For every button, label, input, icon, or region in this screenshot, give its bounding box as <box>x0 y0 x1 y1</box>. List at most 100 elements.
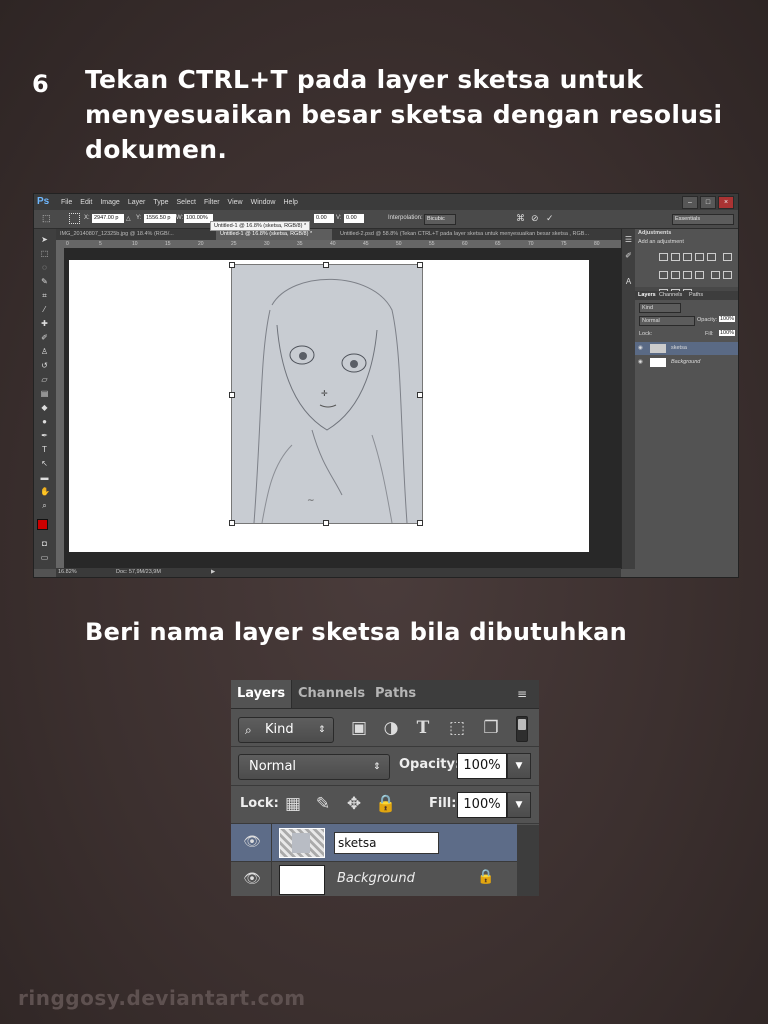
crop-tool-icon[interactable]: ⌗ <box>40 291 49 300</box>
tab-paths[interactable]: Paths <box>369 680 422 708</box>
fill-input[interactable]: 100% <box>457 792 507 818</box>
posterize-icon[interactable] <box>722 271 732 279</box>
layer-row-sketsa[interactable]: 👁 sketsa <box>231 824 517 862</box>
pixel-filter-icon[interactable]: ▣ <box>349 718 369 738</box>
marquee-tool-icon[interactable]: ⬚ <box>40 249 49 258</box>
mini-eye-icon[interactable]: ◉ <box>638 359 643 365</box>
brightness-icon[interactable] <box>658 253 668 261</box>
blur-tool-icon[interactable]: ◆ <box>40 403 49 412</box>
layer-name-input-sketsa[interactable]: sketsa <box>334 832 439 854</box>
menu-help[interactable]: Help <box>284 199 298 206</box>
vibrance-icon[interactable] <box>706 253 716 261</box>
shape-filter-icon[interactable]: ⬚ <box>447 718 467 738</box>
menu-filter[interactable]: Filter <box>204 199 220 206</box>
blend-mode-select[interactable]: Normal ⇕ <box>238 754 390 780</box>
transform-handle-bl[interactable] <box>229 520 235 526</box>
shape-tool-icon[interactable]: ▬ <box>40 473 49 482</box>
mini-fill-input[interactable]: 100% <box>719 330 736 336</box>
transform-tool-icon[interactable]: ⬚ <box>42 213 51 224</box>
opacity-dropdown-arrow[interactable]: ▼ <box>507 753 531 779</box>
type-filter-icon[interactable]: T <box>413 718 433 738</box>
smart-object-filter-icon[interactable]: ❐ <box>481 718 501 738</box>
levels-icon[interactable] <box>670 253 680 261</box>
commit-transform-icon[interactable]: ✓ <box>546 213 554 224</box>
photo-filter-icon[interactable] <box>682 271 692 279</box>
mini-tab-paths[interactable]: Paths <box>689 292 703 298</box>
mini-opacity-input[interactable]: 100% <box>719 316 736 322</box>
close-button[interactable]: × <box>718 196 734 209</box>
mini-layer-sketsa[interactable]: ◉ sketsa <box>635 342 738 355</box>
menu-edit[interactable]: Edit <box>80 199 92 206</box>
foreground-color-swatch[interactable] <box>37 519 48 530</box>
lock-position-move-icon[interactable]: ✥ <box>344 794 364 814</box>
eraser-tool-icon[interactable]: ▱ <box>40 375 49 384</box>
color-balance-icon[interactable] <box>658 271 668 279</box>
stamp-tool-icon[interactable]: ♙ <box>40 347 49 356</box>
move-tool-icon[interactable]: ➤ <box>40 235 49 244</box>
kind-filter-select[interactable]: ⌕ Kind ⇕ <box>238 717 334 743</box>
exposure-icon[interactable] <box>694 253 704 261</box>
history-brush-tool-icon[interactable]: ↺ <box>40 361 49 370</box>
screen-mode-icon[interactable]: ▭ <box>40 553 49 562</box>
mini-kind-filter[interactable]: Kind <box>639 303 681 313</box>
menu-select[interactable]: Select <box>177 199 196 206</box>
tab-img-jpg[interactable]: IMG_20140807_12325b.jpg @ 18.4% (RGB/... <box>56 229 212 240</box>
tab-layers[interactable]: Layers <box>231 680 293 708</box>
transform-handle-l[interactable] <box>229 392 235 398</box>
brush-tool-icon[interactable]: ✐ <box>40 333 49 342</box>
adjustment-filter-icon[interactable]: ◑ <box>381 718 401 738</box>
fill-dropdown-arrow[interactable]: ▼ <box>507 792 531 818</box>
panel-menu-icon[interactable]: ≡ <box>517 688 533 700</box>
mini-eye-icon[interactable]: ◉ <box>638 345 643 351</box>
mini-tab-layers[interactable]: Layers <box>638 292 656 298</box>
mini-layer-name-sketsa[interactable]: sketsa <box>671 345 687 351</box>
opacity-input[interactable]: 100% <box>457 753 507 779</box>
history-panel-icon[interactable]: ☰ <box>624 235 633 244</box>
path-select-tool-icon[interactable]: ↖ <box>40 459 49 468</box>
cancel-transform-icon[interactable]: ⊘ <box>531 213 539 224</box>
zoom-tool-icon[interactable]: ⌕ <box>40 501 49 510</box>
black-white-icon[interactable] <box>670 271 680 279</box>
lasso-tool-icon[interactable]: ◌ <box>40 263 49 272</box>
mini-blend-mode[interactable]: Normal <box>639 316 695 326</box>
menu-type[interactable]: Type <box>153 199 168 206</box>
menu-image[interactable]: Image <box>100 199 119 206</box>
hue-saturation-icon[interactable] <box>722 253 732 261</box>
zoom-readout[interactable]: 16.82% <box>58 568 77 577</box>
tab-channels[interactable]: Channels <box>292 680 371 708</box>
mini-layer-name-background[interactable]: Background <box>671 359 700 365</box>
w-input[interactable]: 100.00% <box>184 214 213 223</box>
dodge-tool-icon[interactable]: ● <box>40 417 49 426</box>
transform-handle-t[interactable] <box>323 262 329 268</box>
warp-icon[interactable]: ⌘ <box>516 213 525 224</box>
eyedropper-tool-icon[interactable]: ⁄ <box>40 305 49 314</box>
transform-handle-tl[interactable] <box>229 262 235 268</box>
curves-icon[interactable] <box>682 253 692 261</box>
menu-window[interactable]: Window <box>251 199 276 206</box>
h-angle-input[interactable]: 0.00 <box>314 214 334 223</box>
document-canvas[interactable]: ~ ✛ <box>69 260 589 552</box>
menu-file[interactable]: File <box>61 199 72 206</box>
hand-tool-icon[interactable]: ✋ <box>40 487 50 496</box>
menu-view[interactable]: View <box>228 199 243 206</box>
mini-layer-background[interactable]: ◉ Background <box>635 356 738 369</box>
workspace-select[interactable]: Essentials <box>672 214 734 225</box>
channel-mixer-icon[interactable] <box>694 271 704 279</box>
lock-image-brush-icon[interactable]: ✎ <box>313 794 333 814</box>
quick-mask-icon[interactable]: ◘ <box>40 539 49 548</box>
transform-handle-tr[interactable] <box>417 262 423 268</box>
transform-handle-br[interactable] <box>417 520 423 526</box>
lock-transparent-icon[interactable]: ▦ <box>283 794 303 814</box>
reference-point-icon[interactable] <box>69 213 80 224</box>
brush-panel-icon[interactable]: ✐ <box>624 251 633 260</box>
layer-name-background[interactable]: Background <box>337 871 415 886</box>
visibility-eye-icon[interactable]: 👁 <box>239 870 265 888</box>
status-arrow-icon[interactable]: ▶ <box>211 568 215 577</box>
visibility-eye-icon[interactable]: 👁 <box>239 833 265 851</box>
layer-row-background[interactable]: 👁 Background 🔒 <box>231 861 517 896</box>
quick-select-tool-icon[interactable]: ✎ <box>40 277 49 286</box>
gradient-tool-icon[interactable]: ▤ <box>40 389 49 398</box>
y-input[interactable]: 1556.50 p <box>144 214 176 223</box>
transform-handle-r[interactable] <box>417 392 423 398</box>
mini-tab-channels[interactable]: Channels <box>659 292 682 298</box>
